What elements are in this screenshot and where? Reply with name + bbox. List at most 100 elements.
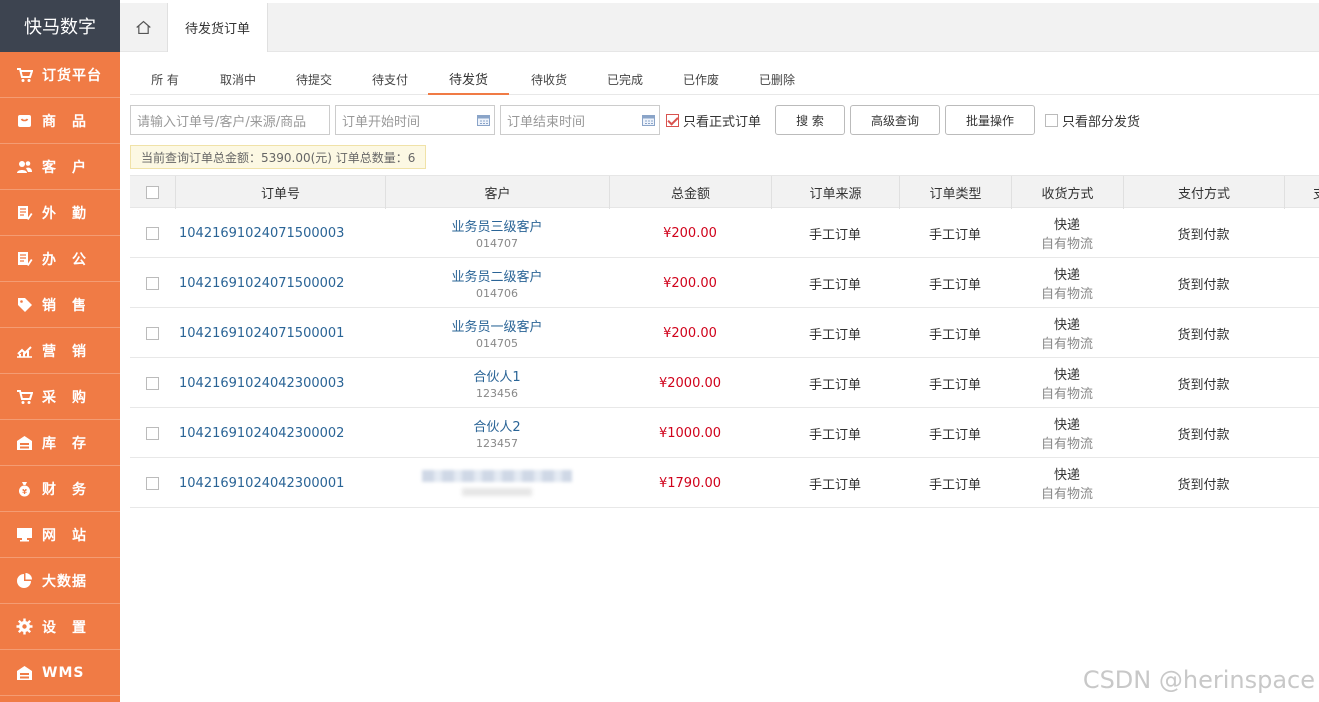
status-tab-voided[interactable]: 已作废 xyxy=(663,64,739,95)
status-tab-completed[interactable]: 已完成 xyxy=(587,64,663,95)
table-row[interactable]: 10421691024042300001 ¥1790.00 手工订单 手工订单 快递 自有… xyxy=(130,458,1319,508)
order-amount: ¥1000.00 xyxy=(658,425,722,441)
sidebar-item-0[interactable]: 订货平台 xyxy=(0,52,120,98)
row-checkbox[interactable] xyxy=(146,326,159,340)
col-payment[interactable]: 支付方式 xyxy=(1123,176,1284,209)
search-input[interactable]: 请输入订单号/客户/来源/商品 xyxy=(130,105,330,135)
sidebar-item-9[interactable]: ¥ 财 务 xyxy=(0,466,120,512)
formal-only-checkbox[interactable]: 只看正式订单 xyxy=(666,105,761,135)
delivery-cell: 快递 自有物流 xyxy=(1011,408,1123,458)
sidebar-item-11[interactable]: 大数据 xyxy=(0,558,120,604)
customer-name-link[interactable]: 业务员三级客户 xyxy=(451,216,542,235)
order-no-link[interactable]: 10421691024071500001 xyxy=(179,326,344,341)
col-amount[interactable]: 总金额 xyxy=(609,176,771,209)
sidebar-item-13[interactable]: WMS xyxy=(0,650,120,696)
search-button[interactable]: 搜 索 xyxy=(775,105,845,135)
table-body: 10421691024071500003 业务员三级客户 014707 ¥200.00… xyxy=(130,208,1319,508)
tab-pending-shipment-orders[interactable]: 待发货订单 xyxy=(168,3,268,52)
sidebar-item-12[interactable]: 设 置 xyxy=(0,604,120,650)
sidebar-item-5[interactable]: 销 售 xyxy=(0,282,120,328)
batch-operation-button[interactable]: 批量操作 xyxy=(945,105,1035,135)
col-type[interactable]: 订单类型 xyxy=(899,176,1011,209)
row-checkbox[interactable] xyxy=(146,376,159,390)
amount-cell: ¥1000.00 xyxy=(609,408,771,458)
customer-name-link[interactable]: 业务员二级客户 xyxy=(451,266,542,285)
start-date-placeholder: 订单开始时间 xyxy=(342,114,421,130)
status-tab-all[interactable]: 所 有 xyxy=(130,64,200,95)
payment-cell: 货到付款 xyxy=(1123,208,1284,258)
customer-name-link[interactable]: 合伙人2 xyxy=(473,416,520,435)
table-row[interactable]: 10421691024071500003 业务员三级客户 014707 ¥200.00… xyxy=(130,208,1319,258)
sidebar-item-7[interactable]: 采 购 xyxy=(0,374,120,420)
status-tab-pending-shipment[interactable]: 待发货 xyxy=(428,64,509,95)
tag-icon xyxy=(18,298,32,312)
end-date-input[interactable]: 订单结束时间 xyxy=(500,105,660,135)
sidebar-nav: 订货平台商 品客 户外 勤办 公销 售营 销采 购库 存 ¥ 财 务网 站大数据设 … xyxy=(0,52,120,696)
order-source: 手工订单 xyxy=(808,477,861,493)
col-customer[interactable]: 客户 xyxy=(385,176,609,209)
delivery-sub: 自有物流 xyxy=(1040,287,1093,302)
status-tab-pending-payment[interactable]: 待支付 xyxy=(352,64,428,95)
customer-icon xyxy=(17,161,32,173)
order-source: 手工订单 xyxy=(808,227,861,243)
order-no-link[interactable]: 10421691024071500002 xyxy=(179,276,344,291)
order-amount: ¥2000.00 xyxy=(658,375,722,391)
sidebar-item-3[interactable]: 外 勤 xyxy=(0,190,120,236)
checkbox-unchecked-icon[interactable] xyxy=(1045,113,1058,127)
table-row[interactable]: 10421691024071500001 业务员一级客户 014705 ¥200.00… xyxy=(130,308,1319,358)
order-no-link[interactable]: 10421691024042300003 xyxy=(179,376,344,391)
payment-method: 货到付款 xyxy=(1177,477,1230,493)
order-no-link[interactable]: 10421691024042300002 xyxy=(179,426,344,441)
customer-name-link[interactable]: 合伙人1 xyxy=(473,366,520,385)
sidebar-item-10[interactable]: 网 站 xyxy=(0,512,120,558)
order-source: 手工订单 xyxy=(808,427,861,443)
row-checkbox[interactable] xyxy=(146,476,159,490)
partial-shipment-label: 只看部分发货 xyxy=(1062,114,1141,130)
col-truncated[interactable]: 支 xyxy=(1284,176,1319,209)
sidebar-item-6[interactable]: 营 销 xyxy=(0,328,120,374)
advanced-search-button[interactable]: 高级查询 xyxy=(850,105,940,135)
sidebar: 快马数字 订货平台商 品客 户外 勤办 公销 售营 销采 购库 存 ¥ 财 务网 站… xyxy=(0,0,120,702)
row-checkbox[interactable] xyxy=(146,226,159,240)
start-date-input[interactable]: 订单开始时间 xyxy=(335,105,495,135)
col-delivery[interactable]: 收货方式 xyxy=(1011,176,1123,209)
table-row[interactable]: 10421691024042300003 合伙人1 123456 ¥2000.00 手工… xyxy=(130,358,1319,408)
order-no-link[interactable]: 10421691024042300001 xyxy=(179,476,344,491)
sidebar-item-label: 网 站 xyxy=(42,527,87,544)
delivery-method: 快递 xyxy=(1053,468,1080,483)
delivery-sub: 自有物流 xyxy=(1040,487,1093,502)
status-tab-pending-submit[interactable]: 待提交 xyxy=(276,64,352,95)
warehouse-icon xyxy=(17,436,32,450)
sidebar-item-8[interactable]: 库 存 xyxy=(0,420,120,466)
customer-code: 123456 xyxy=(476,387,518,400)
col-source[interactable]: 订单来源 xyxy=(771,176,899,209)
status-tab-deleted[interactable]: 已删除 xyxy=(739,64,815,95)
customer-name-link[interactable]: 业务员一级客户 xyxy=(451,316,542,335)
source-cell: 手工订单 xyxy=(771,208,899,258)
delivery-cell: 快递 自有物流 xyxy=(1011,458,1123,508)
calendar-icon[interactable] xyxy=(642,114,655,126)
row-checkbox[interactable] xyxy=(146,276,159,290)
source-cell: 手工订单 xyxy=(771,408,899,458)
checkbox-checked-icon[interactable] xyxy=(666,113,679,127)
amount-cell: ¥1790.00 xyxy=(609,458,771,508)
sidebar-item-1[interactable]: 商 品 xyxy=(0,98,120,144)
home-tab[interactable] xyxy=(120,3,168,52)
table-row[interactable]: 10421691024042300002 合伙人2 123457 ¥1000.00 手工… xyxy=(130,408,1319,458)
sidebar-item-2[interactable]: 客 户 xyxy=(0,144,120,190)
order-no-link[interactable]: 10421691024071500003 xyxy=(179,226,344,241)
calendar-icon[interactable] xyxy=(477,114,490,126)
order-no-cell: 10421691024071500001 xyxy=(179,308,389,358)
select-all-checkbox[interactable] xyxy=(146,186,159,199)
order-source: 手工订单 xyxy=(808,377,861,393)
sidebar-item-4[interactable]: 办 公 xyxy=(0,236,120,282)
status-tab-pending-receipt[interactable]: 待收货 xyxy=(511,64,587,95)
row-checkbox[interactable] xyxy=(146,426,159,440)
status-tab-cancelling[interactable]: 取消中 xyxy=(200,64,276,95)
partial-shipment-checkbox[interactable]: 只看部分发货 xyxy=(1045,105,1140,135)
table-row[interactable]: 10421691024071500002 业务员二级客户 014706 ¥200.00… xyxy=(130,258,1319,308)
delivery-sub: 自有物流 xyxy=(1040,237,1093,252)
delivery-sub: 自有物流 xyxy=(1040,387,1093,402)
customer-code: 014706 xyxy=(476,287,518,300)
col-order-no[interactable]: 订单号 xyxy=(175,176,385,209)
